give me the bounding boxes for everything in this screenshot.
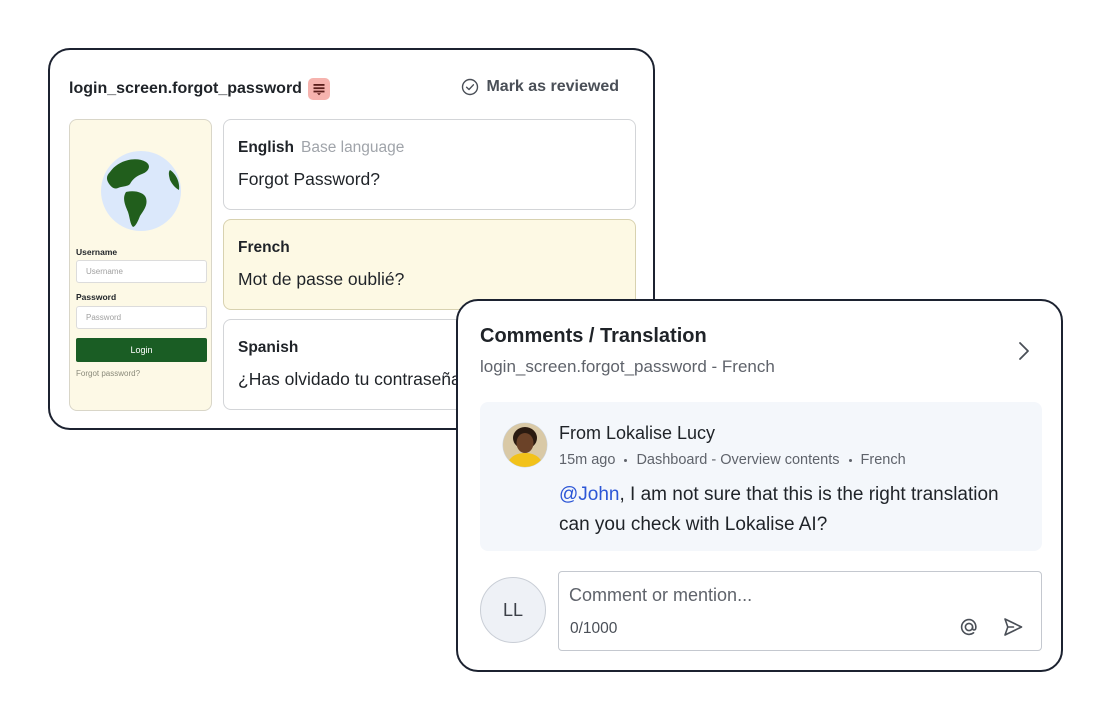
mark-as-reviewed-label: Mark as reviewed bbox=[486, 78, 619, 95]
separator-dot bbox=[848, 458, 852, 462]
comment-body: @John, I am not sure that this is the ri… bbox=[559, 480, 1029, 540]
comment-composer: 0/1000 bbox=[558, 571, 1042, 651]
comment-item: From Lokalise Lucy 15m ago Dashboard - O… bbox=[480, 402, 1042, 551]
language-block-english[interactable]: English Base language Forgot Password? bbox=[223, 119, 636, 210]
character-count: 0/1000 bbox=[570, 620, 618, 637]
user-initials: LL bbox=[502, 599, 524, 620]
notes-icon[interactable] bbox=[307, 78, 330, 100]
comments-subtitle: login_screen.forgot_password - French bbox=[480, 357, 775, 376]
base-language-badge: Base language bbox=[300, 139, 405, 156]
mention-icon[interactable] bbox=[958, 616, 980, 643]
check-circle-icon bbox=[462, 78, 479, 96]
comment-meta: 15m ago Dashboard - Overview contents Fr… bbox=[559, 452, 906, 468]
chevron-right-icon[interactable] bbox=[1017, 341, 1031, 366]
separator-dot bbox=[624, 458, 628, 462]
preview-forgot-link: Forgot password? bbox=[76, 369, 141, 378]
comment-input[interactable] bbox=[569, 582, 1009, 608]
mention-link[interactable]: @John bbox=[559, 484, 620, 505]
preview-password-label: Password bbox=[76, 292, 117, 302]
key-name-row: login_screen.forgot_password bbox=[69, 78, 330, 100]
language-name: Spanish bbox=[238, 339, 299, 356]
comment-location: Dashboard - Overview contents bbox=[636, 452, 840, 468]
globe-illustration bbox=[101, 151, 181, 231]
translation-text[interactable]: Forgot Password? bbox=[238, 169, 621, 190]
preview-username-label: Username bbox=[76, 247, 118, 257]
comments-panel: Comments / Translation login_screen.forg… bbox=[456, 299, 1063, 672]
comment-author: From Lokalise Lucy bbox=[559, 423, 716, 443]
mark-as-reviewed-button[interactable]: Mark as reviewed bbox=[461, 78, 619, 96]
screen-preview: Username Username Password Password Logi… bbox=[69, 119, 212, 411]
comment-language: French bbox=[860, 452, 906, 468]
user-avatar bbox=[502, 422, 548, 468]
comments-title: Comments / Translation bbox=[480, 325, 707, 347]
send-icon[interactable] bbox=[1002, 616, 1024, 643]
translation-text[interactable]: Mot de passe oublié? bbox=[238, 269, 621, 290]
comment-text: , I am not sure that this is the right t… bbox=[559, 484, 999, 535]
language-name: English bbox=[238, 139, 294, 156]
comment-time: 15m ago bbox=[559, 452, 616, 468]
language-block-french[interactable]: French Mot de passe oublié? bbox=[223, 219, 636, 310]
language-name: French bbox=[238, 239, 290, 256]
preview-login-button: Login bbox=[76, 338, 207, 362]
preview-password-input: Password bbox=[76, 306, 207, 329]
key-name: login_screen.forgot_password bbox=[69, 80, 302, 97]
preview-username-input: Username bbox=[76, 260, 207, 283]
current-user-avatar: LL bbox=[480, 577, 546, 643]
